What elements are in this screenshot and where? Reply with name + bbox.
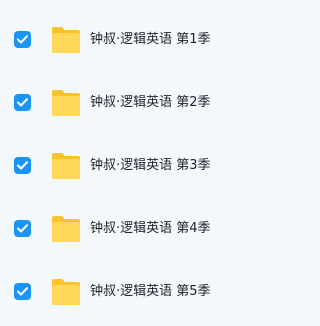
checkbox-checked-icon[interactable] [14, 157, 31, 174]
file-row-2[interactable]: 钟叔·逻辑英语 第2季 [0, 83, 278, 123]
checkbox-checked-icon[interactable] [14, 220, 31, 237]
file-name[interactable]: 钟叔·逻辑英语 第2季 [90, 93, 211, 113]
checkbox-checked-icon[interactable] [14, 94, 31, 111]
file-row-3[interactable]: 钟叔·逻辑英语 第3季 [0, 146, 278, 186]
folder-icon [50, 26, 82, 54]
file-row-5[interactable]: 钟叔·逻辑英语 第5季 [0, 272, 278, 312]
file-row-4[interactable]: 钟叔·逻辑英语 第4季 [0, 209, 278, 249]
folder-icon [50, 89, 82, 117]
file-name[interactable]: 钟叔·逻辑英语 第1季 [90, 30, 211, 50]
file-name[interactable]: 钟叔·逻辑英语 第4季 [90, 219, 211, 239]
checkbox-checked-icon[interactable] [14, 283, 31, 300]
folder-icon [50, 152, 82, 180]
checkbox-checked-icon[interactable] [14, 31, 31, 48]
folder-icon [50, 278, 82, 306]
file-name[interactable]: 钟叔·逻辑英语 第5季 [90, 282, 211, 302]
file-row-1[interactable]: 钟叔·逻辑英语 第1季 [0, 20, 278, 60]
file-list: 钟叔·逻辑英语 第1季 钟叔·逻辑英语 第2季 钟叔·逻辑英语 第3季 钟叔·逻… [0, 0, 278, 326]
folder-icon [50, 215, 82, 243]
file-name[interactable]: 钟叔·逻辑英语 第3季 [90, 156, 211, 176]
